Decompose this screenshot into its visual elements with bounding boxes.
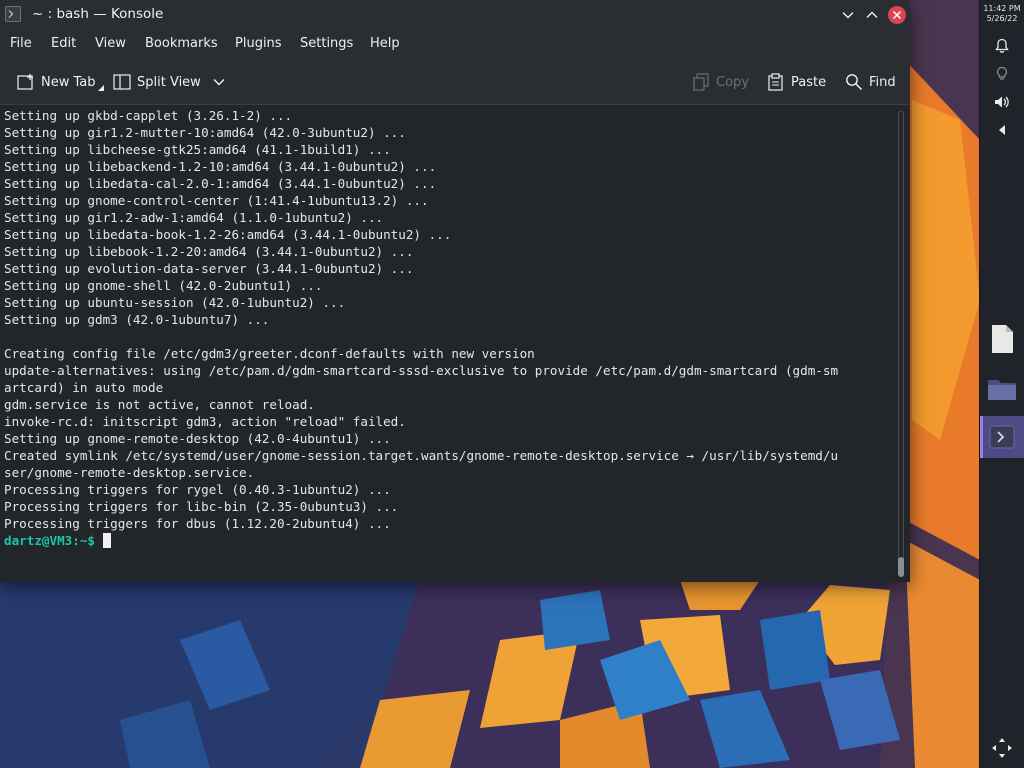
terminal-line: Setting up ubuntu-session (42.0-1ubuntu2…: [4, 295, 346, 310]
taskbar-folder[interactable]: [980, 368, 1024, 410]
title-bar[interactable]: ~ : bash — Konsole: [0, 0, 910, 30]
split-view-label: Split View: [137, 74, 201, 90]
expand-tray-arrow-icon[interactable]: [980, 116, 1024, 144]
terminal-line: Setting up gir1.2-mutter-10:amd64 (42.0-…: [4, 125, 406, 140]
konsole-app-icon[interactable]: [5, 6, 21, 22]
split-view-button[interactable]: Split View: [113, 72, 231, 92]
menu-plugins[interactable]: Plugins: [235, 36, 282, 51]
paste-button[interactable]: Paste: [767, 72, 826, 92]
new-tab-icon: [17, 74, 33, 90]
menu-help[interactable]: Help: [370, 36, 400, 51]
terminal-line: invoke-rc.d: initscript gdm3, action "re…: [4, 414, 406, 429]
new-tab-button[interactable]: New Tab: [17, 72, 110, 92]
window-title: ~ : bash — Konsole: [32, 6, 164, 22]
copy-label: Copy: [716, 74, 749, 90]
terminal-line: update-alternatives: using /etc/pam.d/gd…: [4, 363, 839, 378]
terminal-line: Creating config file /etc/gdm3/greeter.d…: [4, 346, 535, 361]
menu-settings[interactable]: Settings: [300, 36, 353, 51]
minimize-button[interactable]: [838, 5, 858, 25]
submenu-arrow-icon: [97, 85, 104, 91]
document-icon: [992, 325, 1013, 353]
terminal-line: Created symlink /etc/systemd/user/gnome-…: [4, 448, 839, 463]
terminal-line: Setting up gnome-control-center (1:41.4-…: [4, 193, 429, 208]
terminal-line: Setting up gkbd-capplet (3.26.1-2) ...: [4, 108, 293, 123]
find-label: Find: [869, 74, 896, 90]
chevron-down-icon: [213, 79, 225, 86]
terminal-line: Setting up evolution-data-server (3.44.1…: [4, 261, 414, 276]
volume-icon[interactable]: [980, 88, 1024, 116]
paste-label: Paste: [791, 74, 827, 90]
notifications-bell-icon[interactable]: [980, 32, 1024, 60]
taskbar-konsole[interactable]: [980, 416, 1024, 458]
right-panel: 11:42 PM 5/26/22: [979, 0, 1024, 768]
chevron-up-icon: [866, 11, 878, 18]
terminal-line: Setting up libedata-cal-2.0-1:amd64 (3.4…: [4, 176, 437, 191]
menu-edit[interactable]: Edit: [51, 36, 76, 51]
konsole-window: ~ : bash — Konsole File Edit View Bookma…: [0, 0, 910, 582]
shell-prompt: dartz@VM3:~$: [4, 533, 95, 548]
terminal-line: Processing triggers for dbus (1.12.20-2u…: [4, 516, 391, 531]
folder-icon: [988, 380, 1016, 400]
terminal-line: Setting up libcheese-gtk25:amd64 (41.1-1…: [4, 142, 391, 157]
terminal-scrollbar[interactable]: [893, 105, 910, 582]
terminal-line: Processing triggers for rygel (0.40.3-1u…: [4, 482, 391, 497]
terminal-line: Setting up gnome-shell (42.0-2ubuntu1) .…: [4, 278, 323, 293]
menu-bar: [0, 30, 910, 58]
clock-time: 11:42 PM: [983, 4, 1021, 13]
text-cursor: [102, 533, 111, 548]
taskbar-files-document[interactable]: [980, 318, 1024, 360]
prompt-line[interactable]: dartz@VM3:~$: [4, 532, 838, 549]
terminal-line: ser/gnome-remote-desktop.service.: [4, 465, 255, 480]
scrollbar-thumb[interactable]: [898, 557, 904, 577]
terminal-line: gdm.service is not active, cannot reload…: [4, 397, 315, 412]
move-panel-icon[interactable]: [980, 734, 1024, 762]
copy-icon: [693, 73, 709, 91]
search-icon: [846, 74, 863, 91]
terminal-line: Setting up gnome-remote-desktop (42.0-4u…: [4, 431, 391, 446]
close-icon: [888, 6, 906, 24]
scrollbar-track[interactable]: [898, 111, 904, 576]
terminal-line: Processing triggers for libc-bin (2.35-0…: [4, 499, 399, 514]
konsole-icon: [989, 425, 1015, 449]
clock-date: 5/26/22: [986, 14, 1018, 23]
panel-clock[interactable]: 11:42 PM 5/26/22: [980, 0, 1024, 24]
paste-icon: [768, 73, 783, 91]
terminal-line: Setting up libebackend-1.2-10:amd64 (3.4…: [4, 159, 437, 174]
terminal-line: Setting up libedata-book-1.2-26:amd64 (3…: [4, 227, 452, 242]
menu-view[interactable]: View: [95, 36, 126, 51]
maximize-button[interactable]: [862, 5, 882, 25]
menu-file[interactable]: File: [10, 36, 32, 51]
terminal-line: artcard) in auto mode: [4, 380, 164, 395]
chevron-down-icon: [842, 12, 854, 19]
find-button[interactable]: Find: [845, 72, 896, 92]
lightbulb-icon[interactable]: [980, 60, 1024, 88]
close-button[interactable]: [887, 5, 907, 25]
copy-button[interactable]: Copy: [692, 72, 749, 92]
terminal-output: Setting up gkbd-capplet (3.26.1-2) ... Se…: [4, 107, 838, 549]
terminal-view[interactable]: Setting up gkbd-capplet (3.26.1-2) ... Se…: [0, 105, 893, 582]
terminal-line: Setting up gdm3 (42.0-1ubuntu7) ...: [4, 312, 270, 327]
terminal-line: Setting up gir1.2-adw-1:amd64 (1.1.0-1ub…: [4, 210, 384, 225]
split-view-icon: [113, 74, 131, 90]
terminal-line: Setting up libebook-1.2-20:amd64 (3.44.1…: [4, 244, 414, 259]
new-tab-label: New Tab: [41, 74, 96, 90]
menu-bookmarks[interactable]: Bookmarks: [145, 36, 218, 51]
